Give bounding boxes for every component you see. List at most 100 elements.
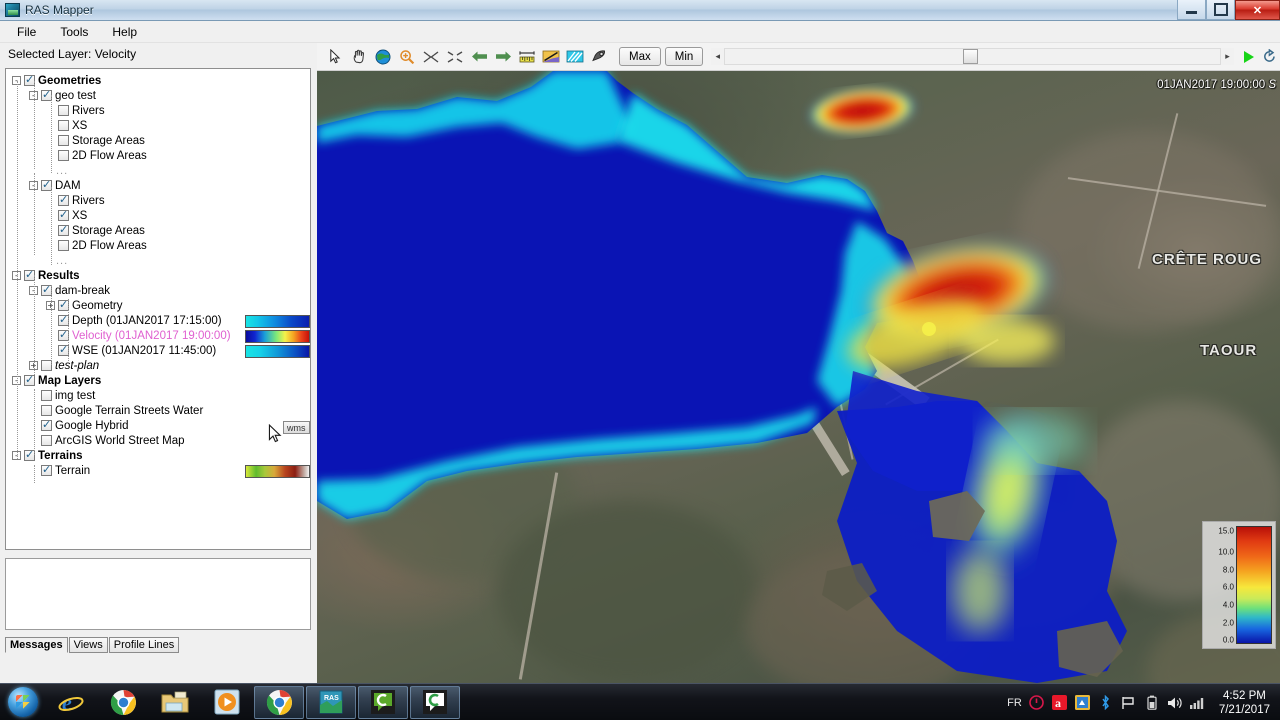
raster-tool-icon[interactable] bbox=[563, 46, 587, 68]
tree-node[interactable]: ... bbox=[56, 253, 68, 268]
avast-icon[interactable]: a bbox=[1052, 695, 1068, 711]
tree-node-checkbox[interactable] bbox=[58, 105, 69, 116]
tab-views[interactable]: Views bbox=[68, 637, 108, 653]
legend-tick: 4.0 bbox=[1222, 600, 1234, 610]
messages-textbox[interactable] bbox=[5, 558, 311, 630]
tree-node[interactable]: ... bbox=[56, 163, 68, 178]
tree-node-checkbox[interactable] bbox=[58, 223, 69, 236]
reset-animation-button[interactable] bbox=[1258, 46, 1280, 68]
slider-thumb[interactable] bbox=[962, 49, 978, 64]
tree-node[interactable]: ArcGIS World Street Map bbox=[29, 433, 185, 448]
menu-bar: File Tools Help bbox=[0, 21, 1280, 43]
tree-node[interactable]: img test bbox=[29, 388, 95, 403]
back-arrow-icon[interactable] bbox=[467, 46, 491, 68]
volume-icon[interactable] bbox=[1167, 695, 1183, 711]
tree-node[interactable]: Storage Areas bbox=[46, 133, 145, 148]
language-indicator[interactable]: FR bbox=[1007, 697, 1022, 709]
slider-step-forward-icon[interactable]: ▸ bbox=[1221, 48, 1234, 65]
tree-node[interactable]: Rivers bbox=[46, 193, 105, 208]
tree-node[interactable]: Google Terrain Streets Water bbox=[29, 403, 203, 418]
tree-node-label: Google Hybrid bbox=[55, 419, 129, 432]
taskbar-camtasia-editor[interactable] bbox=[410, 685, 460, 719]
tree-node-checkbox[interactable] bbox=[41, 390, 52, 401]
taskbar-chrome[interactable] bbox=[98, 686, 148, 719]
tree-node-checkbox[interactable] bbox=[58, 193, 69, 206]
battery-icon[interactable] bbox=[1144, 695, 1160, 711]
tree-node[interactable]: Terrain bbox=[29, 463, 90, 478]
tree-node-checkbox[interactable] bbox=[58, 240, 69, 251]
tree-node[interactable]: Velocity (01JAN2017 19:00:00) bbox=[46, 328, 231, 343]
tab-messages[interactable]: Messages bbox=[5, 637, 68, 653]
taskbar-media-player[interactable] bbox=[202, 686, 252, 719]
tree-node[interactable]: -DAM bbox=[29, 178, 81, 193]
tree-node[interactable]: 2D Flow Areas bbox=[46, 238, 147, 253]
tree-node-checkbox[interactable] bbox=[24, 373, 35, 386]
slider-track[interactable] bbox=[724, 48, 1221, 65]
pointer-icon[interactable] bbox=[323, 46, 347, 68]
tree-node[interactable]: XS bbox=[46, 208, 87, 223]
tree-node-checkbox[interactable] bbox=[58, 135, 69, 146]
wms-badge[interactable]: wms bbox=[283, 421, 310, 434]
animation-slider[interactable]: ◂ ▸ bbox=[711, 48, 1234, 66]
menu-item-help[interactable]: Help bbox=[103, 22, 146, 42]
zoom-in-icon[interactable] bbox=[395, 46, 419, 68]
tree-node-checkbox[interactable] bbox=[58, 120, 69, 131]
tree-node-label: dam-break bbox=[55, 284, 110, 297]
maximize-button[interactable] bbox=[1206, 0, 1235, 20]
zoom-out-extents-icon[interactable] bbox=[443, 46, 467, 68]
tree-node[interactable]: WSE (01JAN2017 11:45:00) bbox=[46, 343, 216, 358]
taskbar-camtasia[interactable] bbox=[358, 685, 408, 719]
tree-node[interactable]: -Map Layers bbox=[12, 373, 101, 388]
min-button[interactable]: Min bbox=[664, 47, 704, 66]
tree-node-checkbox[interactable] bbox=[58, 150, 69, 161]
pan-hand-icon[interactable] bbox=[347, 46, 371, 68]
forward-arrow-icon[interactable] bbox=[491, 46, 515, 68]
profile-line-icon[interactable] bbox=[539, 46, 563, 68]
tree-node-checkbox[interactable] bbox=[41, 463, 52, 476]
windows-logo-icon bbox=[8, 687, 38, 717]
tree-node[interactable]: -geo test bbox=[29, 88, 96, 103]
tree-node[interactable]: +Geometry bbox=[46, 298, 123, 313]
tree-node-checkbox[interactable] bbox=[41, 418, 52, 431]
taskbar-ras-mapper[interactable]: RAS bbox=[306, 685, 356, 719]
taskbar-chrome-window[interactable] bbox=[254, 685, 304, 719]
tree-node[interactable]: XS bbox=[46, 118, 87, 133]
tree-node[interactable]: Depth (01JAN2017 17:15:00) bbox=[46, 313, 222, 328]
tree-node[interactable]: + test-plan bbox=[29, 358, 99, 373]
tree-node[interactable]: -Results bbox=[12, 268, 80, 283]
slider-step-back-icon[interactable]: ◂ bbox=[711, 48, 725, 65]
max-button[interactable]: Max bbox=[619, 47, 661, 66]
update-icon[interactable] bbox=[1075, 695, 1091, 711]
flag-action-center-icon[interactable] bbox=[1121, 695, 1137, 711]
close-button[interactable]: ✕ bbox=[1235, 0, 1280, 20]
network-signal-icon[interactable] bbox=[1189, 695, 1206, 711]
tree-node[interactable]: Storage Areas bbox=[46, 223, 145, 238]
tab-profile-lines[interactable]: Profile Lines bbox=[108, 637, 180, 653]
tree-node[interactable]: Rivers bbox=[46, 103, 105, 118]
avira-icon[interactable] bbox=[1029, 695, 1045, 711]
menu-item-tools[interactable]: Tools bbox=[51, 22, 97, 42]
taskbar-internet-explorer[interactable]: e bbox=[46, 686, 96, 719]
play-animation-button[interactable] bbox=[1238, 46, 1258, 68]
map-canvas[interactable]: 01JAN2017 19:00:00 S CRÊTE ROUG TAOUR 15… bbox=[317, 71, 1280, 683]
taskbar-file-explorer[interactable] bbox=[150, 686, 200, 719]
minimize-button[interactable] bbox=[1177, 0, 1206, 20]
tree-node-checkbox[interactable] bbox=[41, 435, 52, 446]
particle-tool-icon[interactable] bbox=[587, 46, 611, 68]
bluetooth-icon[interactable] bbox=[1098, 695, 1114, 711]
start-button[interactable] bbox=[0, 685, 46, 719]
layer-tree[interactable]: -Geometries-geo testRiversXSStorage Area… bbox=[5, 68, 311, 550]
tree-node[interactable]: Google Hybrid bbox=[29, 418, 129, 433]
tree-node[interactable]: -Terrains bbox=[12, 448, 83, 463]
zoom-to-extents-icon[interactable] bbox=[419, 46, 443, 68]
tree-node[interactable]: -Geometries bbox=[12, 73, 101, 88]
tree-guide-line bbox=[17, 81, 18, 459]
measure-icon[interactable] bbox=[515, 46, 539, 68]
tree-node-checkbox[interactable] bbox=[58, 208, 69, 221]
tree-node[interactable]: 2D Flow Areas bbox=[46, 148, 147, 163]
clock[interactable]: 4:52 PM 7/21/2017 bbox=[1219, 689, 1270, 717]
tree-node[interactable]: -dam-break bbox=[29, 283, 110, 298]
globe-icon[interactable] bbox=[371, 46, 395, 68]
menu-item-file[interactable]: File bbox=[8, 22, 45, 42]
tree-node-checkbox[interactable] bbox=[41, 405, 52, 416]
